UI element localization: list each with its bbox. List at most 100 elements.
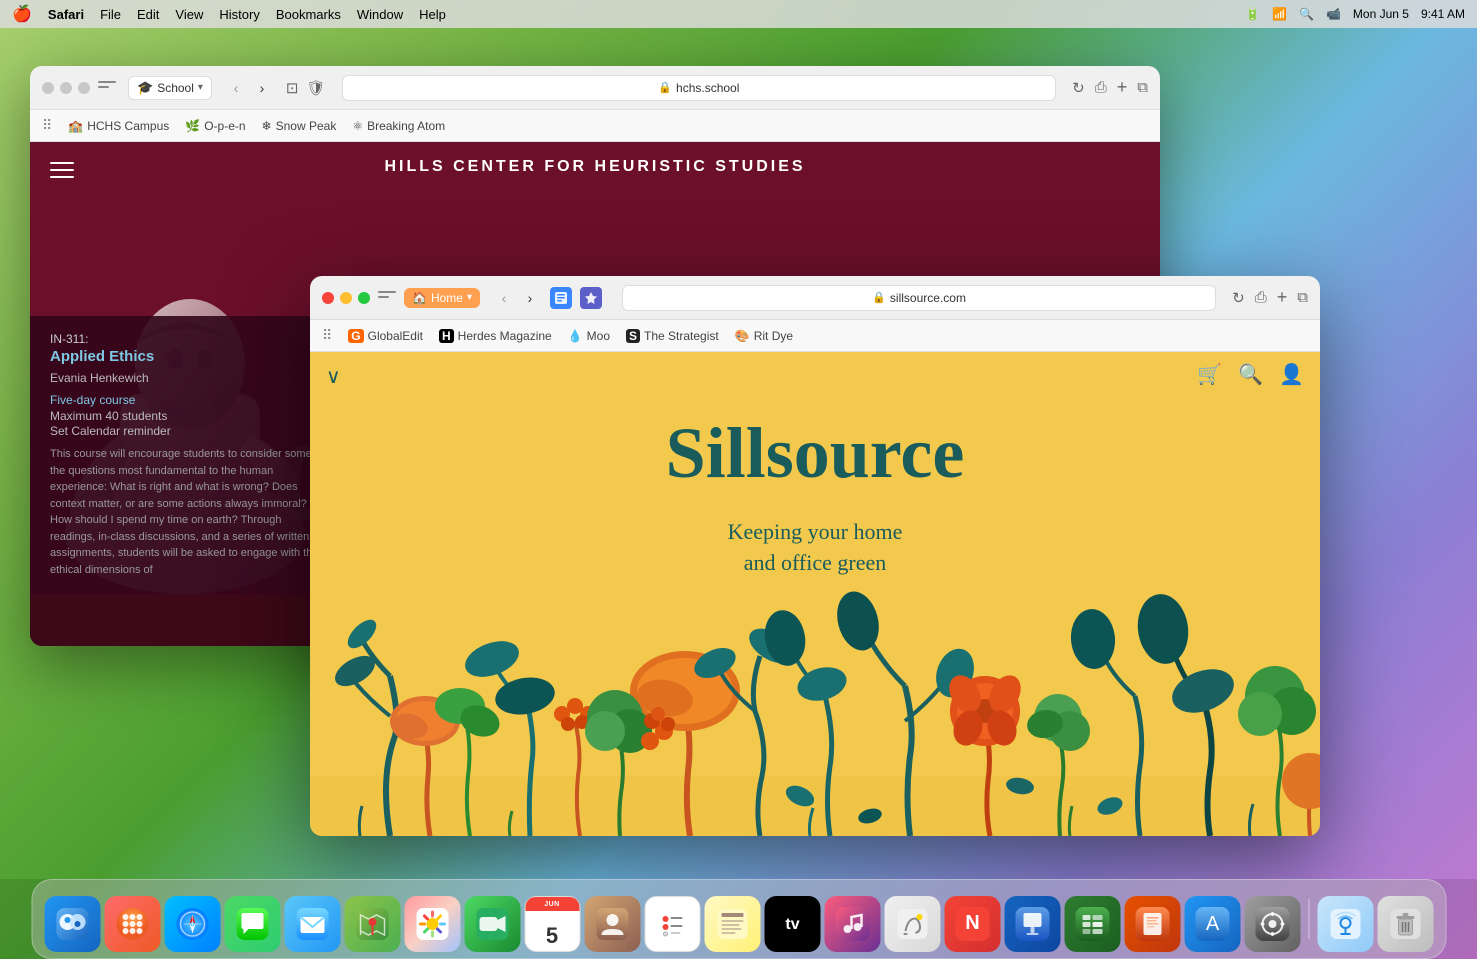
dock-news[interactable]: N (944, 896, 1000, 952)
bm-atom[interactable]: ⚛ Breaking Atom (352, 119, 445, 133)
dock-mail[interactable] (284, 896, 340, 952)
dock-tv[interactable]: tv (764, 896, 820, 952)
bm-ritdye[interactable]: 🎨 Rit Dye (735, 329, 793, 343)
home-tab-icon: 🏠 (412, 291, 427, 305)
school-tab-label: School (157, 81, 194, 95)
course-link[interactable]: Five-day course (50, 393, 325, 407)
menu-edit[interactable]: Edit (137, 7, 159, 22)
dock-music[interactable] (824, 896, 880, 952)
dock-launchpad[interactable] (104, 896, 160, 952)
course-detail1: Maximum 40 students (50, 409, 325, 423)
sill-nav-chevron[interactable]: ∨ (326, 364, 341, 389)
dock-safari[interactable] (164, 896, 220, 952)
dock-messages[interactable] (224, 896, 280, 952)
url-bar-front[interactable]: 🔒 sillsource.com (622, 285, 1216, 311)
minimize-button[interactable] (60, 82, 72, 94)
apple-logo[interactable]: 🍎 (12, 4, 32, 24)
tabs-button[interactable]: ⧉ (1137, 79, 1148, 96)
sidebar-toggle[interactable] (98, 81, 116, 95)
menu-bookmarks[interactable]: Bookmarks (276, 7, 341, 22)
grid-icon[interactable]: ⠿ (42, 117, 52, 134)
home-tab-label: Home (431, 291, 463, 305)
bm-hchs[interactable]: 🏫 HCHS Campus (68, 119, 169, 133)
search-icon-sill[interactable]: 🔍 (1238, 362, 1263, 387)
dock-numbers[interactable] (1064, 896, 1120, 952)
ext-extension[interactable] (580, 287, 602, 309)
url-bar-back[interactable]: 🔒 hchs.school (342, 75, 1057, 101)
school-tab[interactable]: 🎓 School ▾ (128, 76, 212, 100)
menu-help[interactable]: Help (419, 7, 446, 22)
back-arrow-front[interactable]: ‹ (492, 286, 516, 310)
traffic-lights (42, 82, 90, 94)
menu-view[interactable]: View (175, 7, 203, 22)
nav-arrows-back: ‹ › (224, 76, 274, 100)
home-tab[interactable]: 🏠 Home ▾ (404, 288, 480, 308)
dock-settings[interactable] (1244, 896, 1300, 952)
dock-finder[interactable] (44, 896, 100, 952)
lock-icon: 🔒 (658, 81, 672, 94)
menubar-right: 🔋 📶 🔍 📹 Mon Jun 5 9:41 AM (1245, 7, 1465, 21)
dock-calendar[interactable]: JUN 5 (524, 896, 580, 952)
dock-notes[interactable] (704, 896, 760, 952)
globaledit-label: GlobalEdit (368, 329, 423, 343)
grid-icon-front[interactable]: ⠿ (322, 327, 332, 344)
dock-photos[interactable] (404, 896, 460, 952)
bookmarks-icon[interactable]: ⊡ (286, 79, 299, 97)
menu-file[interactable]: File (100, 7, 121, 22)
cart-icon[interactable]: 🛒 (1197, 362, 1222, 387)
svg-text:A: A (1205, 913, 1219, 935)
dock-pages[interactable] (1124, 896, 1180, 952)
refresh-button-front[interactable]: ↻ (1232, 289, 1245, 307)
bm-herdes[interactable]: H Herdes Magazine (439, 329, 552, 343)
menu-history[interactable]: History (219, 7, 259, 22)
herdes-icon: H (439, 329, 454, 343)
new-tab-button[interactable]: + (1117, 77, 1128, 98)
close-button-front[interactable] (322, 292, 334, 304)
dock-facetime[interactable] (464, 896, 520, 952)
back-arrow[interactable]: ‹ (224, 76, 248, 100)
sidebar-toggle-front[interactable] (378, 291, 396, 305)
new-tab-button-front[interactable]: + (1277, 287, 1288, 308)
share-button-front[interactable]: ⎙ (1255, 289, 1267, 306)
refresh-button[interactable]: ↻ (1072, 79, 1085, 97)
menu-window[interactable]: Window (357, 7, 403, 22)
hchs-title: HILLS CENTER FOR HEURISTIC STUDIES (30, 158, 1160, 176)
dock-maps[interactable] (344, 896, 400, 952)
dock-appstore[interactable]: A (1184, 896, 1240, 952)
shield-icon[interactable]: 🛡 (307, 79, 326, 97)
dock-airdrop[interactable] (1317, 896, 1373, 952)
close-button[interactable] (42, 82, 54, 94)
bm-snow[interactable]: ❄ Snow Peak (262, 119, 337, 133)
menubar: 🍎 Safari File Edit View History Bookmark… (0, 0, 1477, 28)
dock-trash[interactable] (1377, 896, 1433, 952)
ext-notchpad[interactable] (550, 287, 572, 309)
account-icon[interactable]: 👤 (1279, 362, 1304, 387)
dock-contacts[interactable] (584, 896, 640, 952)
ext-icons (550, 287, 602, 309)
bm-globaledit[interactable]: G GlobalEdit (348, 329, 423, 343)
tab-group: 🎓 School ▾ (128, 76, 212, 100)
dock-reminders[interactable] (644, 896, 700, 952)
course-detail2: Set Calendar reminder (50, 424, 325, 438)
search-icon[interactable]: 🔍 (1299, 7, 1314, 21)
maximize-button-front[interactable] (358, 292, 370, 304)
atom-bm-icon: ⚛ (352, 119, 363, 133)
minimize-button-front[interactable] (340, 292, 352, 304)
maximize-button[interactable] (78, 82, 90, 94)
dock-keynote[interactable] (1004, 896, 1060, 952)
url-text-front: sillsource.com (890, 291, 966, 305)
tabs-button-front[interactable]: ⧉ (1297, 289, 1308, 306)
snow-bm-icon: ❄ (262, 119, 272, 133)
bm-moo[interactable]: 💧 Moo (568, 329, 610, 343)
dock-freeform[interactable] (884, 896, 940, 952)
forward-arrow-front[interactable]: › (518, 286, 542, 310)
herdes-label: Herdes Magazine (458, 329, 552, 343)
bm-strategist[interactable]: S The Strategist (626, 329, 719, 343)
app-name[interactable]: Safari (48, 7, 84, 22)
forward-arrow[interactable]: › (250, 76, 274, 100)
bm-open[interactable]: 🌿 O-p-e-n (185, 119, 245, 133)
menubar-time: 9:41 AM (1421, 7, 1465, 21)
share-button[interactable]: ⎙ (1095, 79, 1107, 96)
open-bm-icon: 🌿 (185, 119, 200, 133)
titlebar-actions-front: ↻ ⎙ + ⧉ (1232, 287, 1308, 308)
